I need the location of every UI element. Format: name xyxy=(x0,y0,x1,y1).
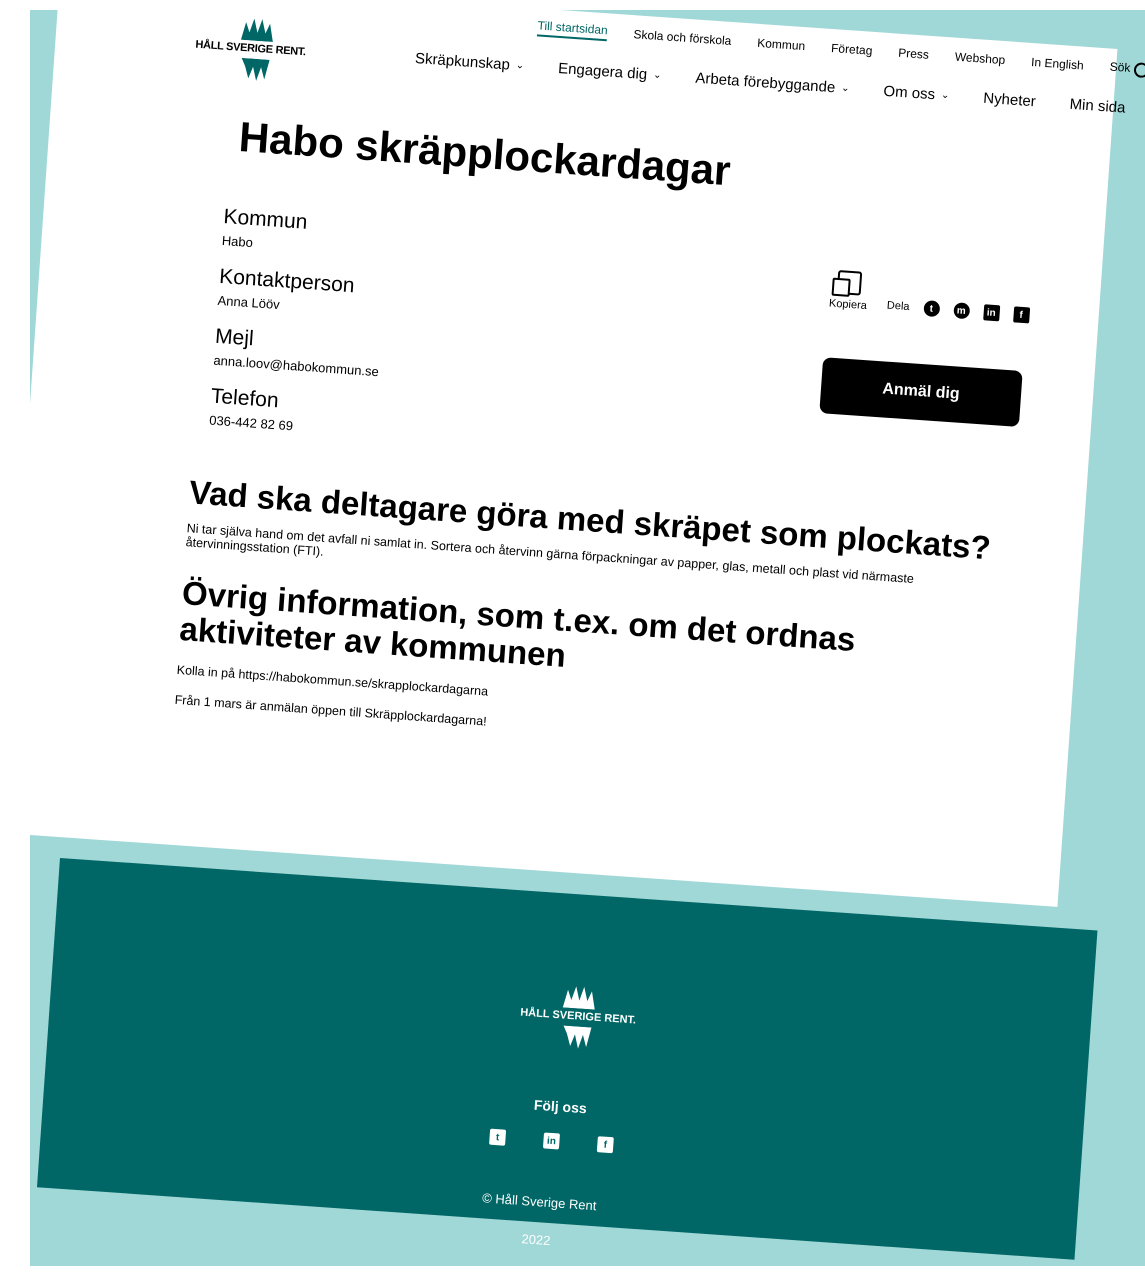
footer-social: t in f xyxy=(489,1128,614,1154)
mainnav-label: Om oss xyxy=(882,82,936,104)
chevron-down-icon: ⌄ xyxy=(840,82,850,95)
facebook-icon[interactable]: f xyxy=(1012,306,1030,324)
mainnav-item-arbeta[interactable]: Arbeta förebyggande ⌄ xyxy=(695,70,850,98)
field-value-telefon[interactable]: 036-442 82 69 xyxy=(209,413,294,434)
copy-label: Kopiera xyxy=(828,297,868,313)
linkedin-icon[interactable]: in xyxy=(542,1132,560,1150)
twitter-icon[interactable]: t xyxy=(489,1128,507,1146)
mainnav-label: Engagera dig xyxy=(557,59,648,84)
mainnav-item-min-sida[interactable]: Min sida xyxy=(1069,96,1126,117)
chevron-down-icon: ⌄ xyxy=(940,89,950,102)
copy-button[interactable]: Kopiera xyxy=(828,270,870,313)
copy-icon xyxy=(836,270,863,296)
chevron-down-icon: ⌄ xyxy=(515,60,525,72)
search-button[interactable]: Sök xyxy=(1109,60,1145,78)
footer-logo-text: HÅLL SVERIGE RENT. xyxy=(519,1006,637,1027)
mainnav-item-engagera[interactable]: Engagera dig ⌄ xyxy=(558,60,663,84)
field-value-kommun: Habo xyxy=(221,232,254,251)
section2-text: Från 1 mars är anmälan öppen till Skräpp… xyxy=(174,692,488,729)
footer-logo[interactable]: HÅLL SVERIGE RENT. xyxy=(518,983,643,1061)
linkedin-icon[interactable]: in xyxy=(982,304,1000,322)
facebook-icon[interactable]: f xyxy=(596,1136,614,1154)
messenger-icon[interactable]: m xyxy=(952,302,970,320)
topnav-english[interactable]: In English xyxy=(1031,55,1085,73)
field-label-telefon: Telefon xyxy=(210,384,280,413)
drip-icon xyxy=(241,57,270,81)
page-title: Habo skräpplockardagar xyxy=(237,112,733,195)
chevron-down-icon: ⌄ xyxy=(652,69,662,82)
field-label-kontaktperson: Kontaktperson xyxy=(218,264,356,298)
mainnav-item-om-oss[interactable]: Om oss ⌄ xyxy=(883,83,950,105)
topnav-school[interactable]: Skola och förskola xyxy=(633,27,732,48)
field-label-mejl: Mejl xyxy=(214,324,255,351)
search-icon xyxy=(1133,61,1145,78)
mainnav-label: Skräpkunskap xyxy=(414,49,511,74)
crown-icon xyxy=(240,18,273,43)
topnav-webshop[interactable]: Webshop xyxy=(954,50,1005,67)
copyright: © Håll Sverige Rent xyxy=(481,1190,597,1214)
topnav-press[interactable]: Press xyxy=(898,46,930,62)
section2-link-text[interactable]: Kolla in på https://habokommun.se/skrapp… xyxy=(176,663,488,699)
logo-text: HÅLL SVERIGE RENT. xyxy=(195,38,307,59)
follow-label: Följ oss xyxy=(533,1096,588,1117)
topnav-company[interactable]: Företag xyxy=(831,41,873,58)
search-label: Sök xyxy=(1109,59,1131,76)
copyright-year: 2022 xyxy=(521,1231,551,1249)
drip-icon xyxy=(563,1025,592,1049)
mainnav-item-skrapkunskap[interactable]: Skräpkunskap ⌄ xyxy=(414,50,524,75)
share-social: Dela t m in f xyxy=(886,298,1030,324)
mainnav-label: Arbeta förebyggande xyxy=(694,69,836,97)
topnav-municipality[interactable]: Kommun xyxy=(757,36,806,53)
topnav-home[interactable]: Till startsidan xyxy=(536,18,609,42)
crown-icon xyxy=(562,986,595,1010)
share-bar: Kopiera Dela t m in f xyxy=(829,270,1032,324)
share-label: Dela xyxy=(886,299,910,314)
field-value-mejl[interactable]: anna.loov@habokommun.se xyxy=(213,353,379,380)
field-label-kommun: Kommun xyxy=(222,205,309,234)
mainnav-item-nyheter[interactable]: Nyheter xyxy=(983,90,1037,111)
field-value-kontaktperson: Anna Lööv xyxy=(217,292,281,313)
signup-button[interactable]: Anmäl dig xyxy=(819,357,1023,427)
main-page: HÅLL SVERIGE RENT. Till startsidan Skola… xyxy=(0,0,1145,907)
site-logo[interactable]: HÅLL SVERIGE RENT. xyxy=(192,15,327,104)
twitter-icon[interactable]: t xyxy=(922,300,940,318)
